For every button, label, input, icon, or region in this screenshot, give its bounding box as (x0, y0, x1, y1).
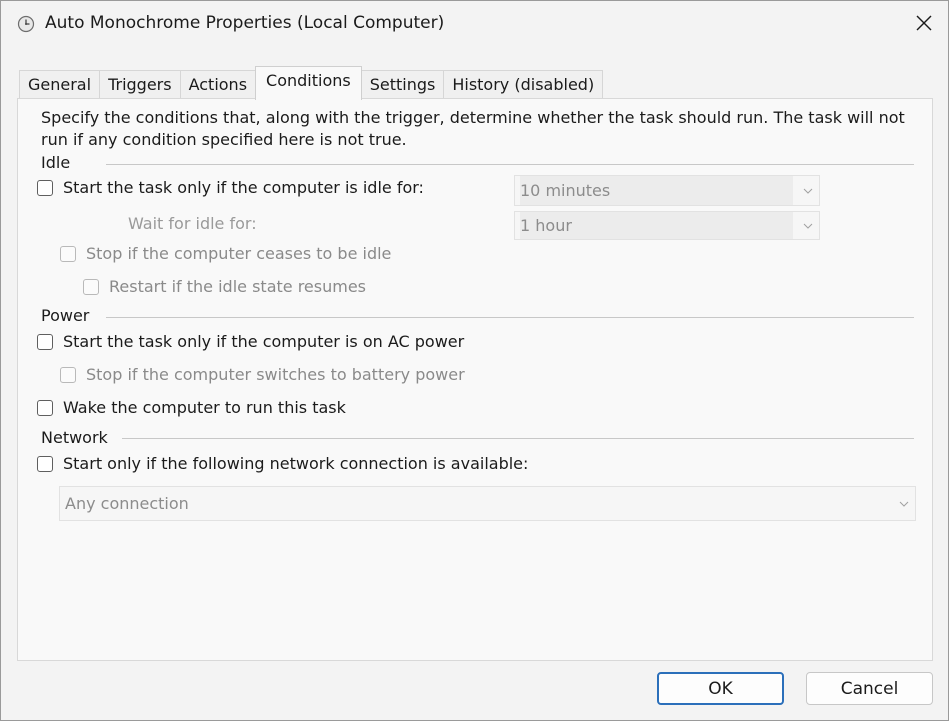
tab-general[interactable]: General (19, 70, 101, 100)
tab-history[interactable]: History (disabled) (443, 70, 604, 100)
network-label: Start only if the following network conn… (63, 454, 529, 473)
tab-triggers[interactable]: Triggers (99, 70, 181, 100)
stop-on-battery-label: Stop if the computer switches to battery… (86, 365, 465, 384)
network-checkbox[interactable] (37, 455, 53, 472)
ac-power-label: Start the task only if the computer is o… (63, 332, 465, 351)
network-connection-value: Any connection (65, 494, 189, 513)
tab-actions[interactable]: Actions (179, 70, 257, 100)
wait-for-idle-label: Wait for idle for: (128, 214, 257, 233)
window-title: Auto Monochrome Properties (Local Comput… (45, 13, 445, 33)
wake-computer-label: Wake the computer to run this task (63, 398, 346, 417)
stop-on-battery-option[interactable]: Stop if the computer switches to battery… (60, 365, 465, 384)
conditions-panel: Specify the conditions that, along with … (17, 98, 933, 661)
power-group-label: Power (41, 306, 98, 325)
properties-dialog: Auto Monochrome Properties (Local Comput… (0, 0, 949, 721)
close-button[interactable] (899, 1, 948, 49)
conditions-description: Specify the conditions that, along with … (41, 108, 905, 149)
title-bar: Auto Monochrome Properties (Local Comput… (1, 1, 948, 49)
start-if-idle-checkbox[interactable] (37, 179, 53, 196)
restart-if-resumes-option[interactable]: Restart if the idle state resumes (83, 277, 366, 296)
idle-duration-value: 10 minutes (520, 176, 793, 205)
wake-computer-option[interactable]: Wake the computer to run this task (37, 398, 346, 417)
stop-if-ceases-label: Stop if the computer ceases to be idle (86, 244, 392, 263)
network-option[interactable]: Start only if the following network conn… (37, 454, 528, 473)
idle-duration-select[interactable]: 10 minutes (514, 175, 820, 206)
ok-button[interactable]: OK (657, 672, 784, 705)
cancel-button[interactable]: Cancel (806, 672, 933, 705)
clock-icon (17, 15, 35, 33)
network-group-divider (122, 438, 914, 439)
ac-power-checkbox[interactable] (37, 333, 53, 350)
wake-computer-checkbox[interactable] (37, 399, 53, 416)
tab-settings[interactable]: Settings (360, 70, 445, 100)
power-group-divider (106, 317, 914, 318)
network-connection-select[interactable]: Any connection (59, 486, 916, 521)
stop-on-battery-checkbox[interactable] (60, 366, 76, 383)
close-icon (916, 15, 932, 35)
stop-if-ceases-checkbox[interactable] (60, 245, 76, 262)
stop-if-ceases-option[interactable]: Stop if the computer ceases to be idle (60, 244, 391, 263)
wait-for-idle-value: 1 hour (520, 212, 793, 239)
start-if-idle-option[interactable]: Start the task only if the computer is i… (37, 178, 424, 197)
restart-if-resumes-checkbox[interactable] (83, 278, 99, 295)
tab-conditions[interactable]: Conditions (255, 66, 362, 100)
ac-power-option[interactable]: Start the task only if the computer is o… (37, 332, 464, 351)
idle-group-divider (106, 164, 914, 165)
tab-strip: General Triggers Actions Conditions Sett… (19, 66, 604, 100)
wait-for-idle-select[interactable]: 1 hour (514, 211, 820, 240)
network-group-label: Network (41, 428, 116, 447)
start-if-idle-label: Start the task only if the computer is i… (63, 178, 424, 197)
chevron-down-icon (893, 501, 915, 507)
idle-group-label: Idle (41, 153, 79, 172)
restart-if-resumes-label: Restart if the idle state resumes (109, 277, 367, 296)
chevron-down-icon (797, 223, 819, 229)
chevron-down-icon (797, 188, 819, 194)
